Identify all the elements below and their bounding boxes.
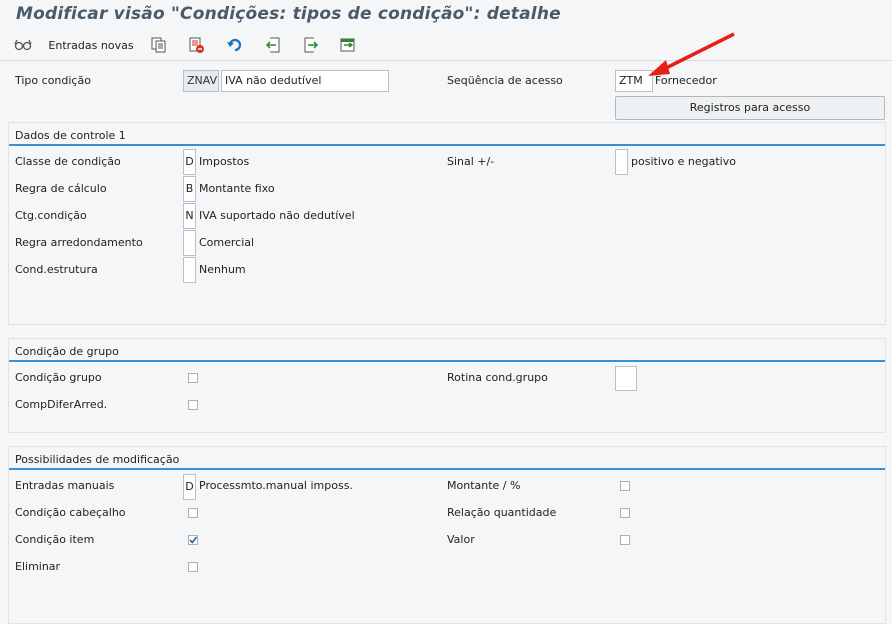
condicao-cabecalho-label: Condição cabeçalho xyxy=(15,506,126,519)
entradas-manuais-label: Entradas manuais xyxy=(15,479,115,492)
regra-arredondamento-label: Regra arredondamento xyxy=(15,236,143,249)
panel-divider xyxy=(9,144,885,146)
sinal-field[interactable] xyxy=(615,149,628,175)
new-entries-button[interactable]: Entradas novas xyxy=(48,34,134,56)
cond-estrutura-desc: Nenhum xyxy=(199,263,246,276)
regra-arredondamento-desc: Comercial xyxy=(199,236,255,249)
red-arrow-annotation xyxy=(648,32,735,76)
valor-checkbox[interactable] xyxy=(620,535,630,545)
classe-condicao-desc: Impostos xyxy=(199,155,250,168)
classe-condicao-label: Classe de condição xyxy=(15,155,121,168)
condicao-item-checkbox[interactable] xyxy=(188,535,198,545)
rotina-cond-grupo-label: Rotina cond.grupo xyxy=(447,371,548,384)
entradas-manuais-field[interactable]: D xyxy=(183,474,196,500)
previous-entry-icon[interactable] xyxy=(262,34,284,56)
condicao-cabecalho-checkbox[interactable] xyxy=(188,508,198,518)
sinal-label: Sinal +/- xyxy=(447,155,495,168)
montante-checkbox[interactable] xyxy=(620,481,630,491)
ctg-condicao-field[interactable]: N xyxy=(183,203,196,229)
condicao-grupo-panel: Condição de grupo xyxy=(8,338,886,433)
dados-controle-title: Dados de controle 1 xyxy=(15,129,126,142)
transport-icon[interactable] xyxy=(337,34,359,56)
eliminar-checkbox[interactable] xyxy=(188,562,198,572)
rotina-cond-grupo-field[interactable] xyxy=(615,366,637,391)
page-title: Modificar visão "Condições: tipos de con… xyxy=(16,4,561,24)
sequencia-acesso-label: Seqüência de acesso xyxy=(447,74,563,87)
checkmark-icon xyxy=(189,536,198,544)
condicao-grupo-title: Condição de grupo xyxy=(15,345,119,358)
compdifer-checkbox[interactable] xyxy=(188,400,198,410)
registros-para-acesso-button[interactable]: Registros para acesso xyxy=(615,96,885,120)
undo-icon[interactable] xyxy=(224,34,246,56)
toolbar: Entradas novas xyxy=(0,30,892,61)
tipo-condicao-code: ZNAV xyxy=(183,70,219,92)
possibilidades-modificacao-title: Possibilidades de modificação xyxy=(15,453,180,466)
classe-condicao-field[interactable]: D xyxy=(183,149,196,175)
ctg-condicao-desc: IVA suportado não dedutível xyxy=(199,209,355,222)
cond-estrutura-field[interactable] xyxy=(183,257,196,283)
copy-icon[interactable] xyxy=(148,34,170,56)
dados-controle-panel: Dados de controle 1 xyxy=(8,122,886,325)
regra-calculo-desc: Montante fixo xyxy=(199,182,275,195)
cond-estrutura-label: Cond.estrutura xyxy=(15,263,98,276)
relacao-quantidade-label: Relação quantidade xyxy=(447,506,557,519)
sinal-desc: positivo e negativo xyxy=(631,155,736,168)
relacao-quantidade-checkbox[interactable] xyxy=(620,508,630,518)
regra-arredondamento-field[interactable] xyxy=(183,230,196,256)
entradas-manuais-desc: Processmto.manual imposs. xyxy=(199,479,353,492)
ctg-condicao-label: Ctg.condição xyxy=(15,209,87,222)
valor-label: Valor xyxy=(447,533,475,546)
regra-calculo-field[interactable]: B xyxy=(183,176,196,202)
montante-label: Montante / % xyxy=(447,479,521,492)
glasses-icon[interactable] xyxy=(12,34,34,56)
panel-divider xyxy=(9,468,885,470)
condicao-grupo-label: Condição grupo xyxy=(15,371,102,384)
next-entry-icon[interactable] xyxy=(300,34,322,56)
delete-icon[interactable] xyxy=(185,34,207,56)
regra-calculo-label: Regra de cálculo xyxy=(15,182,107,195)
tipo-condicao-desc-field[interactable]: IVA não dedutível xyxy=(221,70,389,92)
tipo-condicao-label: Tipo condição xyxy=(15,74,91,87)
condicao-item-label: Condição item xyxy=(15,533,95,546)
condicao-grupo-checkbox[interactable] xyxy=(188,373,198,383)
panel-divider xyxy=(9,360,885,362)
compdifer-label: CompDiferArred. xyxy=(15,398,108,411)
eliminar-label: Eliminar xyxy=(15,560,61,573)
